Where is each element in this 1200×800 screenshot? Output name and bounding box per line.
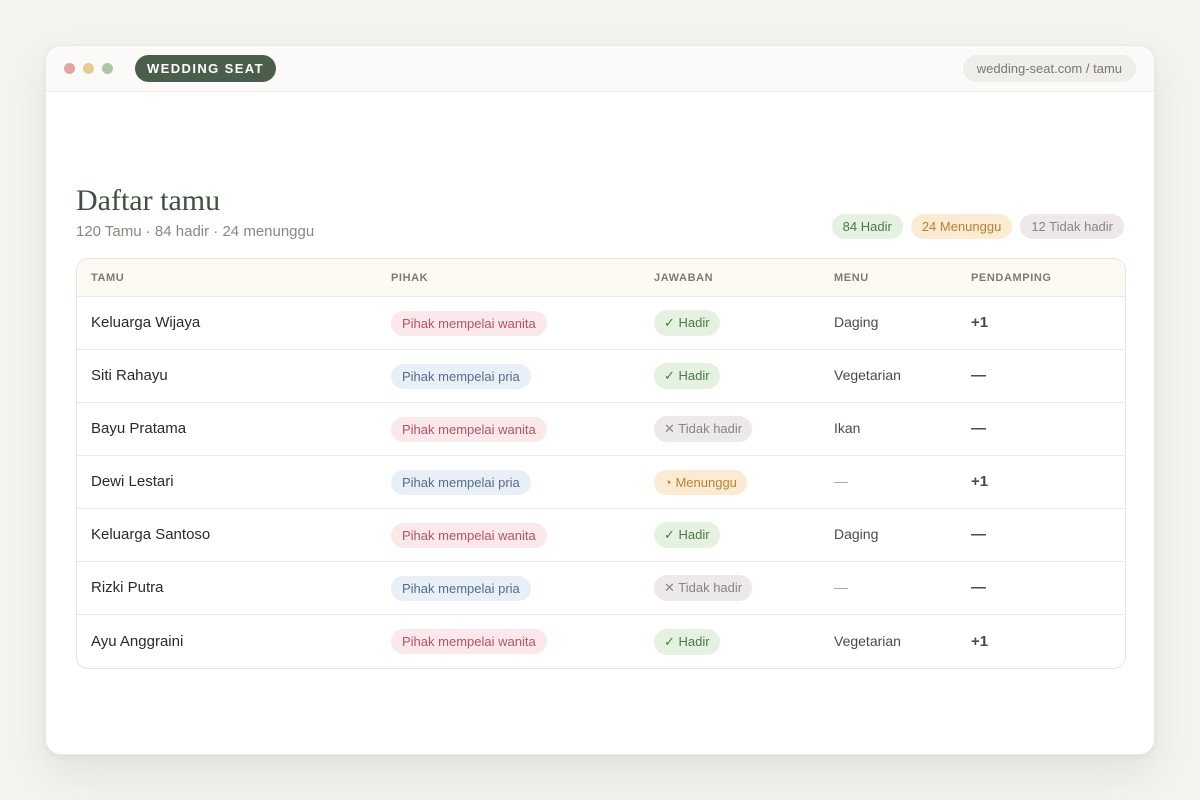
response-badge[interactable]: ✕ Tidak hadir xyxy=(654,416,753,442)
cell-tamu: Rizki Putra xyxy=(77,579,391,597)
table-row[interactable]: Keluarga Wijaya Pihak mempelai wanita ✓ Ha… xyxy=(77,297,1125,350)
cell-tamu: Ayu Anggraini xyxy=(77,633,391,651)
brand-logo[interactable]: WEDDING SEAT xyxy=(135,55,276,82)
header-pihak[interactable]: PIHAK xyxy=(391,272,654,284)
menu-value: Daging xyxy=(834,526,879,542)
side-badge: Pihak mempelai wanita xyxy=(391,310,547,336)
cell-menu: Vegetarian xyxy=(834,633,971,651)
cell-menu: — xyxy=(834,473,971,491)
cell-menu: Vegetarian xyxy=(834,367,971,385)
guest-name[interactable]: Siti Rahayu xyxy=(91,367,168,384)
guest-name[interactable]: Keluarga Wijaya xyxy=(91,314,200,331)
companion-value: +1 xyxy=(971,473,989,490)
cell-pendamping: — xyxy=(971,579,1125,597)
guest-name[interactable]: Rizki Putra xyxy=(91,579,164,596)
cell-tamu: Keluarga Santoso xyxy=(77,526,391,544)
page-title: Daftar tamu xyxy=(76,184,221,217)
side-badge: Pihak mempelai pria xyxy=(391,575,531,601)
page-subtitle: 120 Tamu · 84 hadir · 24 menunggu xyxy=(76,223,315,240)
companion-value: — xyxy=(971,579,986,596)
summary-badges: 84 Hadir 24 Menunggu 12 Tidak hadir xyxy=(831,214,1124,239)
table-header: TAMU PIHAK JAWABAN MENU PENDAMPING xyxy=(77,259,1125,297)
cell-jawaban: ✓ Hadir xyxy=(654,522,834,548)
cell-jawaban: ✕ Tidak hadir xyxy=(654,416,834,442)
guest-table: TAMU PIHAK JAWABAN MENU PENDAMPING Kelua… xyxy=(76,258,1126,669)
header-jawaban[interactable]: JAWABAN xyxy=(654,272,834,284)
cell-pihak: Pihak mempelai wanita xyxy=(391,629,654,654)
side-badge: Pihak mempelai wanita xyxy=(391,629,547,654)
menu-value: Vegetarian xyxy=(834,367,901,383)
table-row[interactable]: Bayu Pratama Pihak mempelai wanita ✕ Tidak… xyxy=(77,403,1125,456)
table-row[interactable]: Siti Rahayu Pihak mempelai pria ✓ Hadir Veg… xyxy=(77,350,1125,403)
title-bar: WEDDING SEAT wedding-seat.com / tamu xyxy=(46,46,1154,92)
response-badge[interactable]: ✕ Tidak hadir xyxy=(654,575,753,601)
summary-menunggu-badge[interactable]: 24 Menunggu xyxy=(910,214,1013,239)
minimize-window-dot[interactable] xyxy=(83,63,94,74)
table-row[interactable]: Keluarga Santoso Pihak mempelai wanita ✓ H… xyxy=(77,509,1125,562)
cell-tamu: Siti Rahayu xyxy=(77,367,391,385)
side-badge: Pihak mempelai pria xyxy=(391,469,531,495)
cell-pihak: Pihak mempelai pria xyxy=(391,469,654,495)
menu-value: — xyxy=(834,579,848,595)
cell-pendamping: — xyxy=(971,367,1125,385)
guest-name[interactable]: Keluarga Santoso xyxy=(91,526,210,543)
menu-value: — xyxy=(834,473,848,489)
menu-value: Vegetarian xyxy=(834,632,901,649)
response-badge[interactable]: ✓ Hadir xyxy=(654,363,720,389)
cell-pendamping: +1 xyxy=(971,473,1125,491)
companion-value: — xyxy=(971,526,986,543)
url-bar[interactable]: wedding-seat.com / tamu xyxy=(962,55,1136,82)
companion-value: — xyxy=(971,367,986,384)
cell-jawaban: ✓ Hadir xyxy=(654,363,834,389)
table-row[interactable]: Dewi Lestari Pihak mempelai pria ◔ Menungg… xyxy=(77,456,1125,509)
menu-value: Ikan xyxy=(834,420,861,436)
summary-tidak-hadir-badge[interactable]: 12 Tidak hadir xyxy=(1020,214,1124,239)
side-badge: Pihak mempelai wanita xyxy=(391,522,547,548)
response-badge[interactable]: ✓ Hadir xyxy=(654,522,720,548)
side-badge: Pihak mempelai pria xyxy=(391,363,531,389)
cell-pihak: Pihak mempelai wanita xyxy=(391,522,654,548)
cell-tamu: Bayu Pratama xyxy=(77,420,391,438)
table-row[interactable]: Ayu Anggraini Pihak mempelai wanita ✓ Hadi… xyxy=(77,615,1125,668)
response-badge[interactable]: ✓ Hadir xyxy=(654,310,720,336)
header-pendamping[interactable]: PENDAMPING xyxy=(971,272,1125,284)
guest-name[interactable]: Bayu Pratama xyxy=(91,420,186,437)
app-window: WEDDING SEAT wedding-seat.com / tamu Daf… xyxy=(45,45,1155,755)
cell-menu: — xyxy=(834,579,971,597)
response-badge[interactable]: ✓ Hadir xyxy=(654,628,720,655)
cell-jawaban: ◔ Menunggu xyxy=(654,469,834,495)
guest-name[interactable]: Dewi Lestari xyxy=(91,473,174,490)
cell-jawaban: ✕ Tidak hadir xyxy=(654,575,834,601)
cell-tamu: Keluarga Wijaya xyxy=(77,314,391,332)
side-badge: Pihak mempelai wanita xyxy=(391,416,547,442)
cell-tamu: Dewi Lestari xyxy=(77,473,391,491)
cell-pihak: Pihak mempelai pria xyxy=(391,575,654,601)
table-row[interactable]: Rizki Putra Pihak mempelai pria ✕ Tidak ha… xyxy=(77,562,1125,615)
cell-menu: Daging xyxy=(834,526,971,544)
cell-pihak: Pihak mempelai wanita xyxy=(391,416,654,442)
close-window-dot[interactable] xyxy=(64,63,75,74)
cell-pihak: Pihak mempelai wanita xyxy=(391,310,654,336)
cell-menu: Ikan xyxy=(834,420,971,438)
main-content: Daftar tamu 120 Tamu · 84 hadir · 24 men… xyxy=(76,92,1126,754)
cell-pendamping: — xyxy=(971,420,1125,438)
guest-name[interactable]: Ayu Anggraini xyxy=(91,633,183,650)
companion-value: — xyxy=(971,420,986,437)
companion-value: +1 xyxy=(971,632,989,650)
header-menu[interactable]: MENU xyxy=(834,272,971,284)
cell-jawaban: ✓ Hadir xyxy=(654,310,834,336)
maximize-window-dot[interactable] xyxy=(102,63,113,74)
menu-value: Daging xyxy=(834,314,879,330)
table-body: Keluarga Wijaya Pihak mempelai wanita ✓ Ha… xyxy=(77,297,1125,668)
cell-pendamping: +1 xyxy=(971,314,1125,332)
summary-hadir-badge[interactable]: 84 Hadir xyxy=(831,214,903,239)
cell-pendamping: — xyxy=(971,526,1125,544)
header-tamu[interactable]: TAMU xyxy=(77,272,391,284)
cell-jawaban: ✓ Hadir xyxy=(654,628,834,655)
cell-pendamping: +1 xyxy=(971,633,1125,651)
cell-pihak: Pihak mempelai pria xyxy=(391,363,654,389)
companion-value: +1 xyxy=(971,314,989,331)
cell-menu: Daging xyxy=(834,314,971,332)
response-badge[interactable]: ◔ Menunggu xyxy=(654,469,747,495)
